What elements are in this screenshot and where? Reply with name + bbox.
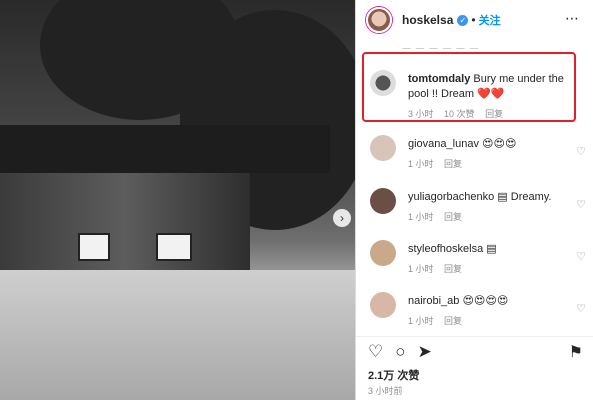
- separator-dot: •: [471, 13, 476, 27]
- glass-wall: [0, 173, 250, 273]
- avatar[interactable]: [370, 292, 396, 318]
- chevron-right-icon: ›: [340, 211, 344, 225]
- house-roof: [0, 125, 330, 173]
- bookmark-icon[interactable]: ⚑: [569, 342, 583, 362]
- lounge-chair-left: [78, 233, 110, 261]
- reply-button[interactable]: 回复: [485, 109, 503, 119]
- comment-username[interactable]: nairobi_ab: [408, 295, 459, 307]
- comment-icon[interactable]: ○: [395, 342, 405, 362]
- comment-text: ▤ Dreamy.: [497, 191, 552, 203]
- share-icon[interactable]: ➤: [418, 342, 432, 362]
- post-like-count[interactable]: 2.1万 次赞: [368, 367, 419, 383]
- comment-like-heart-icon[interactable]: ♡: [576, 302, 586, 315]
- avatar[interactable]: [370, 70, 396, 96]
- post-timestamp[interactable]: 3 小时前: [368, 384, 403, 397]
- avatar[interactable]: [370, 188, 396, 214]
- comment-username[interactable]: giovana_lunav: [408, 138, 479, 150]
- avatar[interactable]: [366, 7, 392, 33]
- comment-like-heart-icon[interactable]: ♡: [576, 145, 586, 158]
- reply-button[interactable]: 回复: [444, 212, 462, 222]
- comments-panel: hoskelsa ✓ • 关注 ⋯ 一 一 一 一 一 一 tomtomdaly…: [355, 0, 593, 400]
- post-image[interactable]: ›: [0, 0, 355, 400]
- avatar[interactable]: [370, 240, 396, 266]
- carousel-next-button[interactable]: ›: [333, 209, 351, 227]
- avatar[interactable]: [370, 135, 396, 161]
- comment-username[interactable]: tomtomdaly: [408, 73, 470, 85]
- comment-like-heart-icon[interactable]: ♡: [576, 198, 586, 211]
- comment-like-heart-icon[interactable]: ♡: [576, 250, 586, 263]
- lounge-chair-right: [156, 233, 192, 261]
- post-username[interactable]: hoskelsa: [402, 13, 453, 27]
- post-actions: ♡ ○ ➤: [368, 342, 432, 362]
- comment-time[interactable]: 1 小时: [408, 159, 434, 169]
- comment-username[interactable]: yuliagorbachenko: [408, 191, 494, 203]
- reply-button[interactable]: 回复: [444, 264, 462, 274]
- comment-likes[interactable]: 10 次赞: [444, 109, 475, 119]
- comment-text: ▤: [486, 243, 497, 255]
- comment-time[interactable]: 1 小时: [408, 212, 434, 222]
- more-dots-icon[interactable]: ⋯: [565, 10, 579, 27]
- patio-floor: [0, 270, 355, 400]
- comment-username[interactable]: styleofhoskelsa: [408, 243, 483, 255]
- comment-text: 😍😍😍😍: [462, 295, 509, 307]
- post-header: hoskelsa ✓ • 关注: [356, 0, 593, 40]
- reply-button[interactable]: 回复: [444, 159, 462, 169]
- reply-button[interactable]: 回复: [444, 316, 462, 326]
- like-heart-icon[interactable]: ♡: [368, 342, 383, 362]
- comment-text: 😍😍😍: [482, 138, 517, 150]
- verified-icon: ✓: [457, 14, 469, 26]
- follow-button[interactable]: 关注: [479, 12, 501, 28]
- divider: [356, 336, 593, 337]
- comment-time[interactable]: 1 小时: [408, 264, 434, 274]
- comment-emoji: ❤️❤️: [477, 88, 505, 100]
- comment-time[interactable]: 3 小时: [408, 109, 434, 119]
- comment-time[interactable]: 1 小时: [408, 316, 434, 326]
